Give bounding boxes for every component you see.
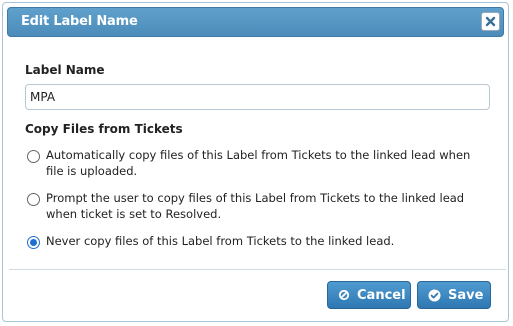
close-icon (485, 16, 496, 27)
option-never-copy-label: Never copy files of this Label from Tick… (46, 234, 395, 248)
footer-divider (9, 269, 506, 270)
cancel-button[interactable]: Cancel (327, 281, 411, 309)
label-name-heading: Label Name (25, 63, 105, 77)
dialog-title: Edit Label Name (21, 14, 138, 29)
option-auto-copy-label: Automatically copy files of this Label f… (46, 148, 471, 178)
save-button[interactable]: Save (417, 281, 491, 309)
copy-files-heading: Copy Files from Tickets (25, 122, 183, 136)
radio-auto-copy[interactable] (27, 150, 40, 163)
radio-prompt-copy[interactable] (27, 193, 40, 206)
close-button[interactable] (481, 12, 500, 31)
save-label: Save (448, 288, 484, 303)
ban-icon (338, 289, 350, 301)
radio-never-copy[interactable] (27, 236, 40, 249)
option-prompt-copy-label: Prompt the user to copy files of this La… (46, 191, 465, 221)
check-circle-icon (428, 289, 441, 302)
label-name-input[interactable] (25, 84, 490, 110)
dialog-titlebar[interactable]: Edit Label Name (7, 7, 504, 37)
edit-label-dialog: Edit Label Name Label Name Copy Files fr… (2, 2, 509, 322)
cancel-label: Cancel (357, 288, 406, 303)
